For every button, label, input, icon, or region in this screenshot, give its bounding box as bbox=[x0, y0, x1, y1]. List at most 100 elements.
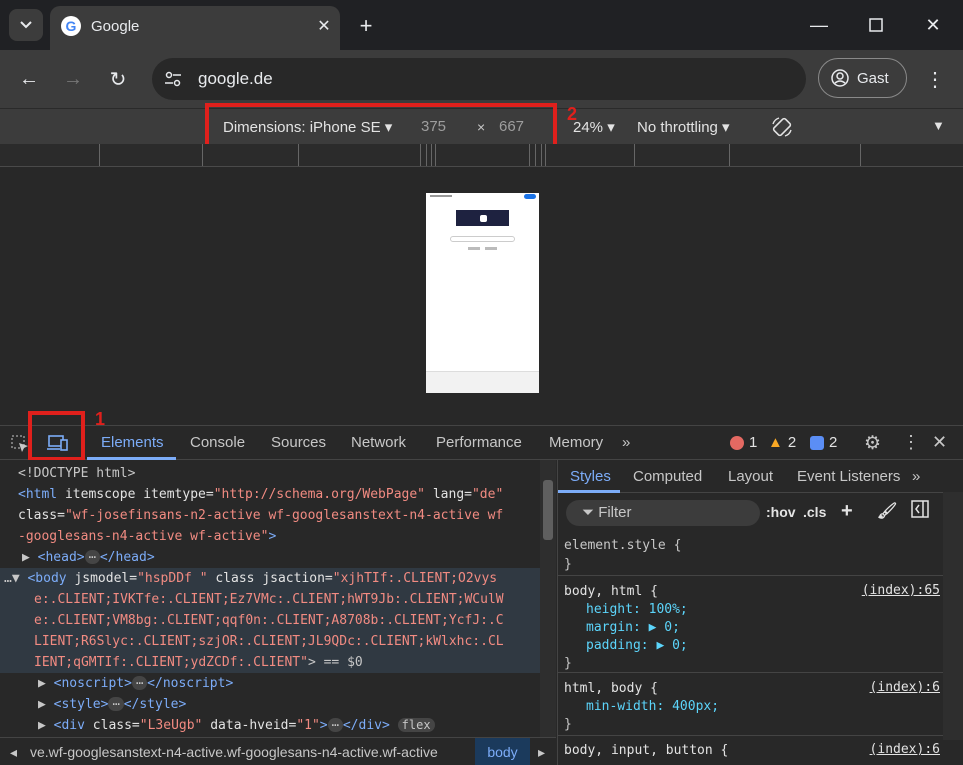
rule-close: } bbox=[564, 717, 572, 732]
tab-elements[interactable]: Elements bbox=[101, 434, 164, 451]
head-line[interactable]: ▶ <head> ⋯ </head> bbox=[22, 547, 155, 568]
forward-icon[interactable]: → bbox=[58, 64, 88, 94]
css-property[interactable]: padding: ▶ 0; bbox=[586, 637, 688, 655]
style-rule-element[interactable]: element.style { } bbox=[558, 534, 944, 576]
style-line[interactable]: ▶ <style> ⋯ </style> bbox=[38, 694, 186, 715]
rule-selector: body, html { bbox=[564, 584, 658, 599]
emulated-page-preview[interactable] bbox=[426, 193, 539, 393]
rule-source-link[interactable]: (index):65 bbox=[862, 583, 940, 598]
rule-selector: html, body { bbox=[564, 681, 658, 696]
preview-button-1 bbox=[468, 247, 480, 250]
rule-selector: body, input, button { bbox=[564, 743, 729, 758]
devtools-menu-icon[interactable]: ⋮ bbox=[902, 432, 920, 453]
rule-close: } bbox=[564, 656, 572, 671]
breadcrumb-right-icon[interactable]: ▸ bbox=[538, 744, 545, 761]
tab-sources[interactable]: Sources bbox=[271, 434, 326, 451]
rule-source-link[interactable]: (index):6 bbox=[870, 742, 940, 757]
device-toolbar-more-icon[interactable]: ▼ bbox=[932, 118, 945, 133]
close-window-icon[interactable]: ✕ bbox=[918, 10, 948, 40]
preview-search-box bbox=[450, 236, 515, 242]
throttling-select[interactable]: No throttling ▾ bbox=[637, 118, 730, 136]
body-line-selected[interactable]: …▼ <body jsmodel="hspDDf " class jsactio… bbox=[0, 568, 540, 589]
tab-computed[interactable]: Computed bbox=[633, 468, 702, 485]
warning-count[interactable]: ▲ 2 bbox=[768, 434, 796, 451]
style-rule-body-html[interactable]: body, html { (index):65 height: 100%; ma… bbox=[558, 579, 944, 673]
style-rule-body-input-button[interactable]: body, input, button { (index):6 bbox=[558, 740, 944, 765]
rotate-icon[interactable] bbox=[770, 115, 794, 139]
elements-tree: <!DOCTYPE html> <html itemscope itemtype… bbox=[0, 460, 540, 737]
cls-toggle[interactable]: .cls bbox=[803, 504, 826, 520]
tab-network[interactable]: Network bbox=[351, 434, 406, 451]
body-attr-line-5: IENT;qGMTIf:.CLIENT;ydZCDf:.CLIENT"> == … bbox=[0, 652, 540, 673]
devtools-tab-bar: 1 Elements Console Sources Network Perfo… bbox=[0, 409, 963, 461]
device-viewport bbox=[0, 167, 963, 425]
new-tab-button[interactable]: + bbox=[352, 12, 380, 40]
html-class-line-2: -googlesans-n4-active wf-active"> bbox=[18, 529, 277, 544]
highlight-box-2 bbox=[205, 103, 557, 148]
elements-scrollbar[interactable] bbox=[540, 460, 556, 737]
message-icon bbox=[810, 435, 824, 450]
message-count[interactable]: 2 bbox=[810, 434, 837, 451]
tab-search-button[interactable] bbox=[9, 9, 43, 41]
hov-toggle[interactable]: :hov bbox=[766, 504, 796, 520]
css-property[interactable]: min-width: 400px; bbox=[586, 698, 719, 716]
close-tab-icon[interactable]: ✕ bbox=[314, 16, 334, 36]
body-attr-line-3: e:.CLIENT;VM8bg:.CLIENT;qqf0n:.CLIENT;A8… bbox=[0, 610, 540, 631]
minimize-icon[interactable]: — bbox=[804, 10, 834, 40]
more-sidebar-tabs-icon[interactable]: » bbox=[912, 468, 920, 485]
breadcrumb-current[interactable]: body bbox=[475, 738, 530, 765]
tab-performance[interactable]: Performance bbox=[436, 434, 522, 451]
tab-layout[interactable]: Layout bbox=[728, 468, 773, 485]
close-devtools-icon[interactable]: ✕ bbox=[932, 432, 947, 453]
url-text: google.de bbox=[198, 69, 273, 88]
div-line[interactable]: ▶ <div class="L3eUgb" data-hveid="1"> ⋯ </… bbox=[38, 715, 435, 736]
highlight-box-1 bbox=[28, 411, 85, 461]
css-property[interactable]: margin: ▶ 0; bbox=[586, 619, 680, 637]
warning-icon: ▲ bbox=[768, 434, 783, 451]
browser-toolbar: ← → ↻ google.de Gast ⋮ bbox=[0, 50, 963, 108]
styles-scrollbar[interactable] bbox=[943, 492, 963, 740]
error-icon bbox=[730, 435, 744, 450]
tab-console[interactable]: Console bbox=[190, 434, 245, 451]
noscript-line[interactable]: ▶ <noscript> ⋯ </noscript> bbox=[38, 673, 233, 694]
annotation-number-2: 2 bbox=[567, 104, 578, 124]
styles-sidebar: Styles Computed Layout Event Listeners »… bbox=[557, 460, 963, 765]
reload-icon[interactable]: ↻ bbox=[103, 64, 133, 94]
html-open-line[interactable]: <html itemscope itemtype="http://schema.… bbox=[18, 484, 503, 505]
tab-styles[interactable]: Styles bbox=[570, 468, 611, 485]
css-property[interactable]: height: 100%; bbox=[586, 601, 688, 619]
tab-event-listeners[interactable]: Event Listeners bbox=[797, 468, 900, 485]
site-info-icon[interactable] bbox=[162, 68, 184, 90]
style-rule-html-body[interactable]: html, body { (index):6 min-width: 400px;… bbox=[558, 676, 944, 736]
tab-memory[interactable]: Memory bbox=[549, 434, 603, 451]
preview-doodle bbox=[456, 210, 509, 226]
styles-filter-input[interactable]: ⏷ Filter bbox=[566, 500, 760, 526]
profile-icon bbox=[831, 69, 849, 87]
rule-close: } bbox=[564, 557, 572, 572]
address-bar[interactable]: google.de bbox=[152, 58, 806, 100]
preview-top-links bbox=[430, 195, 452, 197]
breadcrumb-left-icon[interactable]: ◂ bbox=[10, 744, 17, 761]
breadcrumb: ◂ ve.wf-googlesanstext-n4-active.wf-goog… bbox=[0, 737, 556, 765]
doctype-line[interactable]: <!DOCTYPE html> bbox=[18, 463, 135, 484]
back-icon[interactable]: ← bbox=[14, 64, 44, 94]
more-tabs-icon[interactable]: » bbox=[622, 434, 630, 451]
toggle-sidebar-icon[interactable] bbox=[911, 500, 929, 521]
inspect-element-icon[interactable] bbox=[11, 435, 29, 453]
tab-strip: G Google ✕ + — ✕ bbox=[0, 0, 963, 50]
tab-title: Google bbox=[91, 18, 140, 35]
breadcrumb-path[interactable]: ve.wf-googlesanstext-n4-active.wf-google… bbox=[30, 744, 438, 760]
profile-button[interactable]: Gast bbox=[818, 58, 907, 98]
zoom-select[interactable]: 24% ▾ bbox=[573, 118, 615, 136]
browser-tab[interactable]: G Google ✕ bbox=[50, 6, 340, 50]
paint-brush-icon[interactable]: 🖌 bbox=[877, 501, 897, 521]
new-style-rule-icon[interactable]: + bbox=[841, 500, 853, 523]
settings-gear-icon[interactable]: ⚙ bbox=[864, 432, 881, 455]
google-favicon-icon: G bbox=[61, 16, 81, 36]
maximize-icon[interactable] bbox=[861, 10, 891, 40]
error-count[interactable]: 1 bbox=[730, 434, 757, 451]
rule-source-link[interactable]: (index):6 bbox=[870, 680, 940, 695]
devtools-panel: 1 Elements Console Sources Network Perfo… bbox=[0, 409, 963, 765]
flex-badge[interactable]: flex bbox=[397, 718, 435, 732]
more-menu-icon[interactable]: ⋮ bbox=[924, 64, 946, 94]
